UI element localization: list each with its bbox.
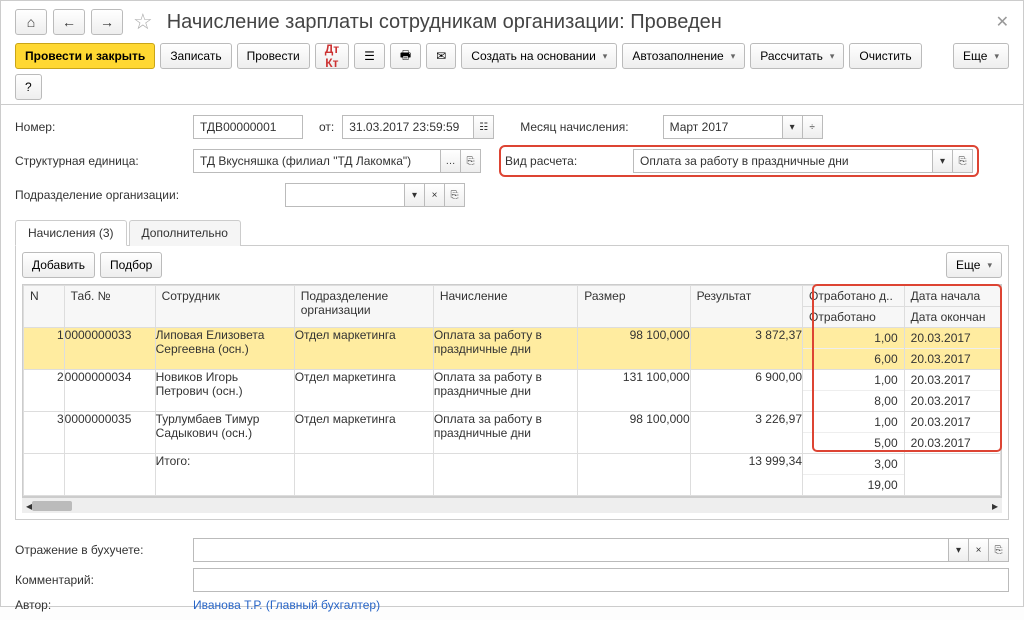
date-input[interactable]: 31.03.2017 23:59:59 <box>342 115 474 139</box>
post-and-close-button[interactable]: Провести и закрыть <box>15 43 155 69</box>
forward-button[interactable]: → <box>91 9 123 35</box>
write-button[interactable]: Записать <box>160 43 231 69</box>
month-input[interactable]: Март 2017 <box>663 115 783 139</box>
accounting-clear-button[interactable]: × <box>969 538 989 562</box>
month-dropdown-button[interactable]: ▾ <box>783 115 803 139</box>
date-picker-button[interactable]: ☷ <box>474 115 494 139</box>
col-worked-d[interactable]: Отработано д.. <box>803 286 905 307</box>
accounting-open-button[interactable]: ⎘ <box>989 538 1009 562</box>
col-employee[interactable]: Сотрудник <box>155 286 294 328</box>
table-horizontal-scrollbar[interactable]: ◂ ▸ <box>22 497 1002 513</box>
tab-accruals[interactable]: Начисления (3) <box>15 220 127 246</box>
dept-clear-button[interactable]: × <box>425 183 445 207</box>
email-icon: ✉ <box>436 49 446 63</box>
scroll-right-icon[interactable]: ▸ <box>992 499 998 513</box>
col-date-start[interactable]: Дата начала <box>904 286 1000 307</box>
totals-result: 13 999,34 <box>690 454 802 496</box>
pick-button[interactable]: Подбор <box>100 252 162 278</box>
dept-open-button[interactable]: ⎘ <box>445 183 465 207</box>
unit-input[interactable]: ТД Вкусняшка (филиал "ТД Лакомка") <box>193 149 441 173</box>
author-link[interactable]: Иванова Т.Р. (Главный бухгалтер) <box>193 598 380 612</box>
create-based-on-button[interactable]: Создать на основании <box>461 43 617 69</box>
dt-kt-button[interactable]: ДтКт <box>315 43 349 69</box>
col-accrual[interactable]: Начисление <box>433 286 577 328</box>
table-row[interactable]: 20000000034Новиков Игорь Петрович (осн.)… <box>24 370 1001 412</box>
back-button[interactable]: ← <box>53 9 85 35</box>
col-result[interactable]: Результат <box>690 286 802 328</box>
accounting-dropdown-button[interactable]: ▾ <box>949 538 969 562</box>
email-button[interactable]: ✉ <box>426 43 456 69</box>
print-icon: 🖶 <box>400 46 411 67</box>
more-button[interactable]: Еще <box>953 43 1009 69</box>
home-button[interactable]: ⌂ <box>15 9 47 35</box>
autofill-button[interactable]: Автозаполнение <box>622 43 745 69</box>
calc-type-label: Вид расчета: <box>505 154 625 168</box>
month-stepper[interactable]: ÷ <box>803 115 823 139</box>
structure-icon: ☰ <box>364 49 375 63</box>
unit-label: Структурная единица: <box>15 154 185 168</box>
favorite-star-icon[interactable]: ☆ <box>133 9 153 35</box>
dept-input[interactable] <box>285 183 405 207</box>
number-label: Номер: <box>15 120 185 134</box>
author-label: Автор: <box>15 598 185 612</box>
table-row[interactable]: 30000000035Турлумбаев Тимур Садыкович (о… <box>24 412 1001 454</box>
col-n[interactable]: N <box>24 286 65 328</box>
number-input[interactable]: ТДВ00000001 <box>193 115 303 139</box>
calc-type-dropdown-button[interactable]: ▾ <box>933 149 953 173</box>
window-title: Начисление зарплаты сотрудникам организа… <box>167 11 722 34</box>
close-window-icon[interactable]: ✕ <box>996 12 1009 32</box>
calc-type-input[interactable]: Оплата за работу в праздничные дни <box>633 149 933 173</box>
date-label: от: <box>319 120 334 134</box>
col-tabno[interactable]: Таб. № <box>64 286 155 328</box>
table-row[interactable]: 10000000033Липовая Елизовета Сергеевна (… <box>24 328 1001 370</box>
structure-button[interactable]: ☰ <box>354 43 385 69</box>
dept-label: Подразделение организации: <box>15 188 277 202</box>
col-date-end[interactable]: Дата окончан <box>904 307 1000 328</box>
unit-open-button[interactable]: ⎘ <box>461 149 481 173</box>
unit-lookup-button[interactable]: … <box>441 149 461 173</box>
table-more-button[interactable]: Еще <box>946 252 1002 278</box>
totals-label: Итого: <box>155 454 294 496</box>
col-size[interactable]: Размер <box>578 286 690 328</box>
clear-button[interactable]: Очистить <box>849 43 921 69</box>
accounting-input[interactable] <box>193 538 949 562</box>
comment-label: Комментарий: <box>15 573 185 587</box>
help-button[interactable]: ? <box>15 74 42 100</box>
print-button[interactable]: 🖶 <box>390 43 421 69</box>
month-label: Месяц начисления: <box>520 120 628 134</box>
dept-dropdown-button[interactable]: ▾ <box>405 183 425 207</box>
col-worked[interactable]: Отработано <box>803 307 905 328</box>
post-button[interactable]: Провести <box>237 43 310 69</box>
tab-extra[interactable]: Дополнительно <box>129 220 241 246</box>
comment-input[interactable] <box>193 568 1009 592</box>
accounting-label: Отражение в бухучете: <box>15 543 185 557</box>
calc-type-open-button[interactable]: ⎘ <box>953 149 973 173</box>
calculate-button[interactable]: Рассчитать <box>750 43 844 69</box>
col-dept[interactable]: Подразделение организации <box>294 286 433 328</box>
accruals-table: N Таб. № Сотрудник Подразделение организ… <box>23 285 1001 496</box>
add-row-button[interactable]: Добавить <box>22 252 95 278</box>
scroll-thumb[interactable] <box>32 501 72 511</box>
